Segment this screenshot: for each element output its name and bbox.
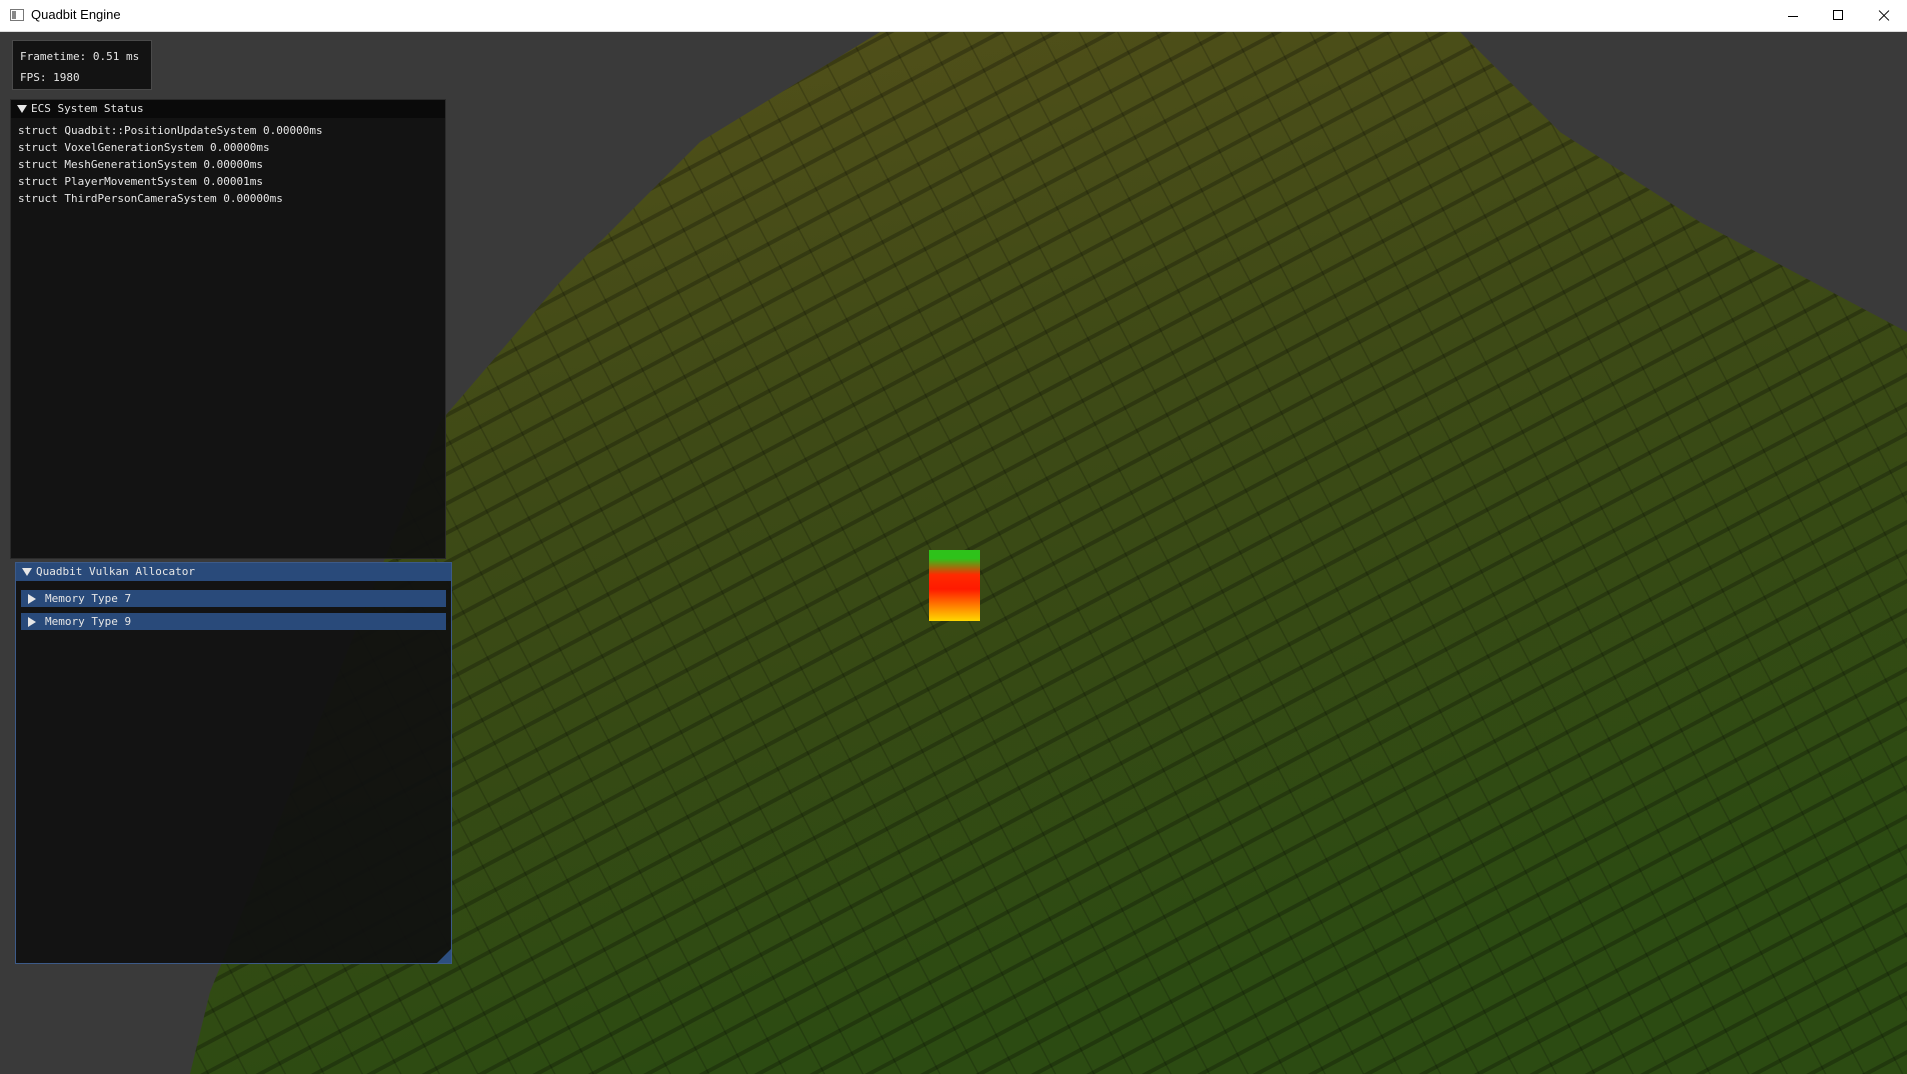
ecs-system-status-window[interactable]: ECS System Status struct Quadbit::Positi… xyxy=(10,99,446,559)
close-button[interactable] xyxy=(1861,0,1907,32)
system-status-line: struct MeshGenerationSystem 0.00000ms xyxy=(18,158,264,171)
minimize-button[interactable] xyxy=(1770,0,1816,32)
app-icon xyxy=(10,9,24,21)
system-status-line: struct PlayerMovementSystem 0.00001ms xyxy=(18,175,264,188)
vulkan-allocator-window[interactable]: Quadbit Vulkan Allocator Memory Type 7 M… xyxy=(15,562,452,964)
tree-node-label: Memory Type 9 xyxy=(45,615,132,628)
system-status-line: struct Quadbit::PositionUpdateSystem 0.0… xyxy=(18,124,323,137)
tree-node-memory-type-9[interactable]: Memory Type 9 xyxy=(21,613,446,630)
window-title: Quadbit Engine xyxy=(31,7,121,22)
player-cube xyxy=(929,550,980,621)
resize-grip[interactable] xyxy=(437,949,451,963)
collapse-arrow-icon[interactable] xyxy=(22,568,32,576)
fps-text: FPS: 1980 xyxy=(20,71,80,84)
ecs-window-title: ECS System Status xyxy=(31,102,144,115)
allocator-window-header[interactable]: Quadbit Vulkan Allocator xyxy=(16,563,451,581)
system-status-line: struct VoxelGenerationSystem 0.00000ms xyxy=(18,141,270,154)
title-bar: Quadbit Engine xyxy=(0,0,1907,32)
performance-overlay: Frametime: 0.51 ms FPS: 1980 xyxy=(12,40,152,90)
allocator-window-title: Quadbit Vulkan Allocator xyxy=(36,565,195,578)
tree-node-memory-type-7[interactable]: Memory Type 7 xyxy=(21,590,446,607)
collapse-arrow-icon[interactable] xyxy=(17,105,27,113)
frametime-text: Frametime: 0.51 ms xyxy=(20,50,140,63)
ecs-window-header[interactable]: ECS System Status xyxy=(11,100,445,118)
expand-arrow-icon[interactable] xyxy=(28,594,36,604)
expand-arrow-icon[interactable] xyxy=(28,617,36,627)
maximize-button[interactable] xyxy=(1815,0,1861,32)
system-status-line: struct ThirdPersonCameraSystem 0.00000ms xyxy=(18,192,283,205)
tree-node-label: Memory Type 7 xyxy=(45,592,132,605)
